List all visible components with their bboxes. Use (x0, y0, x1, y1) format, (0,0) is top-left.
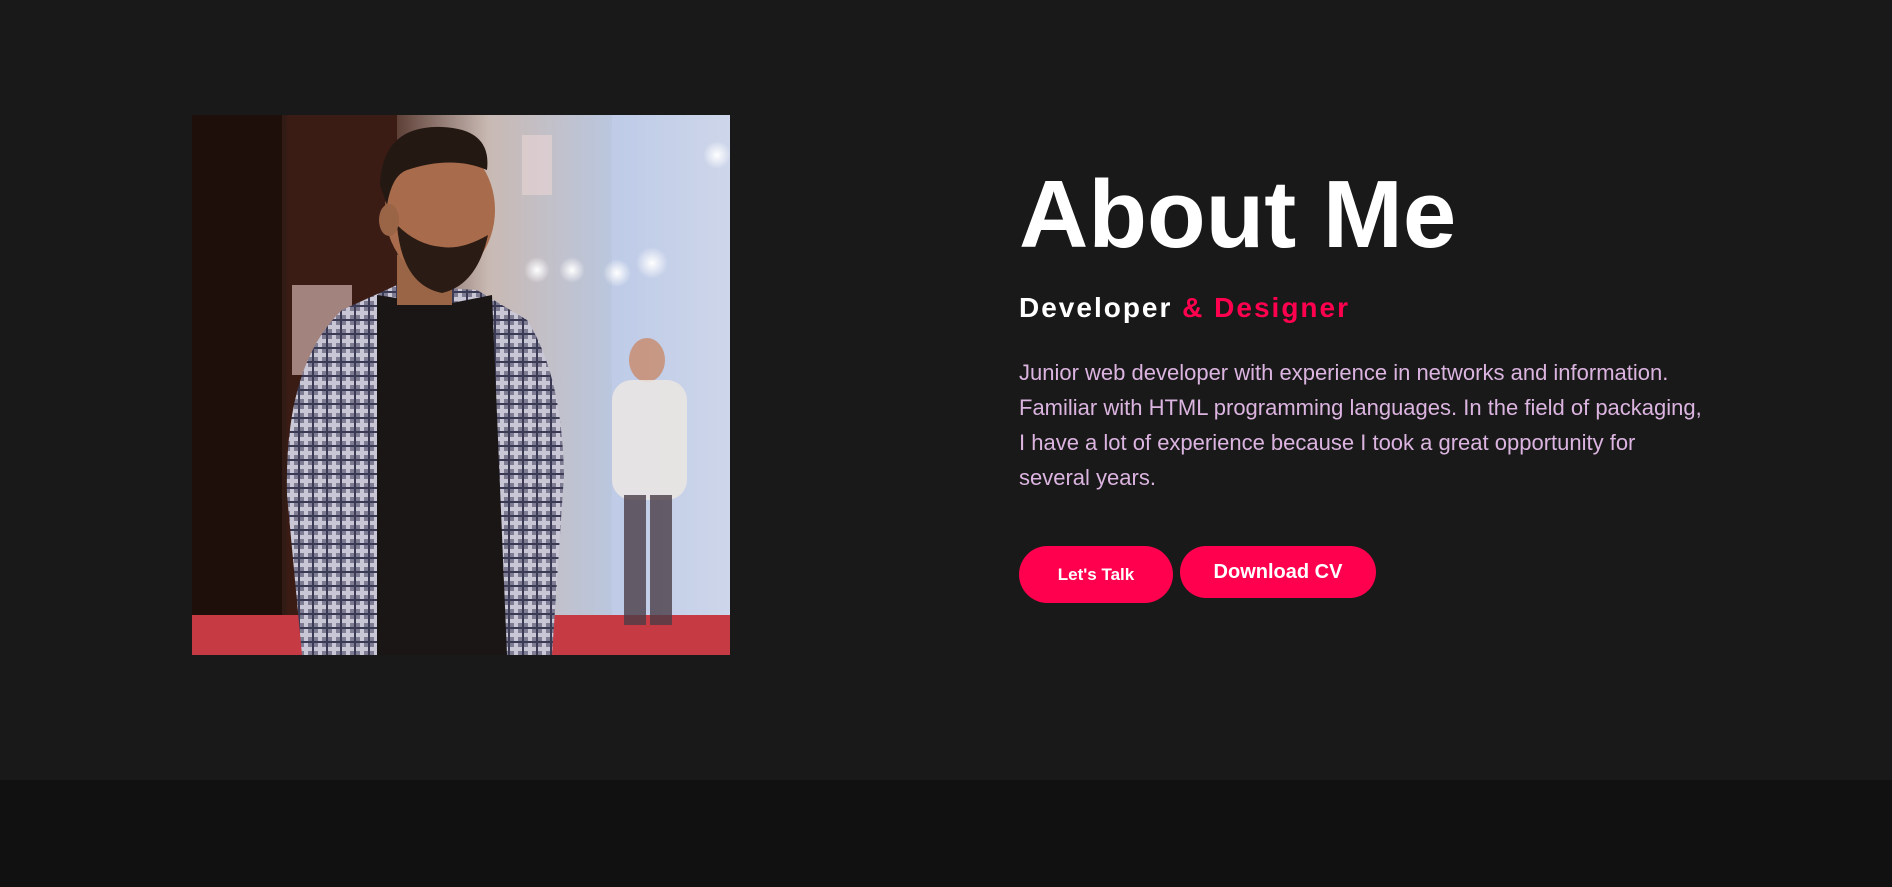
subtitle: Developer & Designer (1019, 292, 1739, 324)
action-buttons: Let's Talk Download CV (1019, 546, 1739, 603)
profile-photo (192, 115, 730, 655)
about-content: About Me Developer & Designer Junior web… (1019, 160, 1739, 603)
footer (0, 780, 1892, 887)
about-section: About Me Developer & Designer Junior web… (0, 0, 1892, 780)
bio-text: Junior web developer with experience in … (1019, 360, 1702, 490)
page-title: About Me (1019, 161, 1457, 268)
download-cv-button[interactable]: Download CV (1180, 546, 1376, 598)
subtitle-accent: & Designer (1182, 292, 1350, 323)
subtitle-primary: Developer (1019, 292, 1183, 323)
lets-talk-button[interactable]: Let's Talk (1019, 546, 1173, 603)
